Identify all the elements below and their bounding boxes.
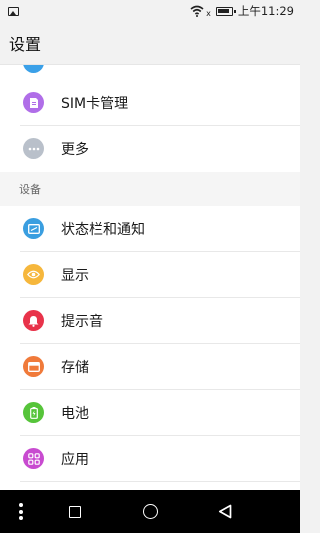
settings-item-more[interactable]: 更多 [0, 126, 300, 172]
section-header-device: 设备 [0, 172, 300, 206]
settings-item-sound[interactable]: 提示音 [0, 298, 300, 344]
settings-item-label: SIM卡管理 [61, 96, 129, 112]
battery-status-icon [215, 6, 236, 16]
settings-item-display[interactable]: 显示 [0, 252, 300, 298]
settings-item-storage[interactable]: 存储 [0, 344, 300, 390]
settings-item-status-bar[interactable]: 状态栏和通知 [0, 206, 300, 252]
settings-item-label: 存储 [61, 360, 89, 376]
settings-item-label: 电池 [61, 406, 89, 422]
settings-item-label: 更多 [61, 142, 89, 158]
menu-dots-icon[interactable] [19, 503, 23, 520]
settings-item-apps[interactable]: 应用 [0, 436, 300, 482]
recent-apps-icon[interactable] [69, 506, 81, 518]
settings-item-label: 状态栏和通知 [61, 222, 145, 238]
battery-icon [23, 402, 44, 423]
navigation-bar [0, 490, 300, 533]
gallery-icon [8, 6, 19, 16]
clock: 上午11:29 [237, 4, 294, 18]
storage-icon [23, 356, 44, 377]
status-bar: x 上午11:29 [0, 0, 300, 22]
settings-item-label: 提示音 [61, 314, 103, 330]
more-icon [23, 138, 44, 159]
settings-item-label: 显示 [61, 268, 89, 284]
apps-icon [23, 448, 44, 469]
back-icon[interactable] [218, 504, 232, 519]
home-icon[interactable] [143, 504, 158, 519]
page-title: 设置 [9, 35, 42, 54]
eye-icon [23, 264, 44, 285]
wifi-icon [190, 5, 204, 17]
no-data-icon: x [206, 8, 211, 18]
status-bar-icon [23, 218, 44, 239]
settings-item-label: 应用 [61, 452, 89, 468]
section-header-label: 设备 [19, 183, 41, 196]
settings-list[interactable]: SIM卡管理 更多 设备 状态栏和通知 显示 提示音 存储 电池 应用 [0, 65, 300, 490]
sim-card-icon [23, 92, 44, 113]
title-bar: 设置 [0, 22, 300, 65]
settings-item-sim[interactable]: SIM卡管理 [0, 80, 300, 126]
partial-row-icon [23, 65, 44, 73]
bell-icon [23, 310, 44, 331]
settings-item-battery[interactable]: 电池 [0, 390, 300, 436]
